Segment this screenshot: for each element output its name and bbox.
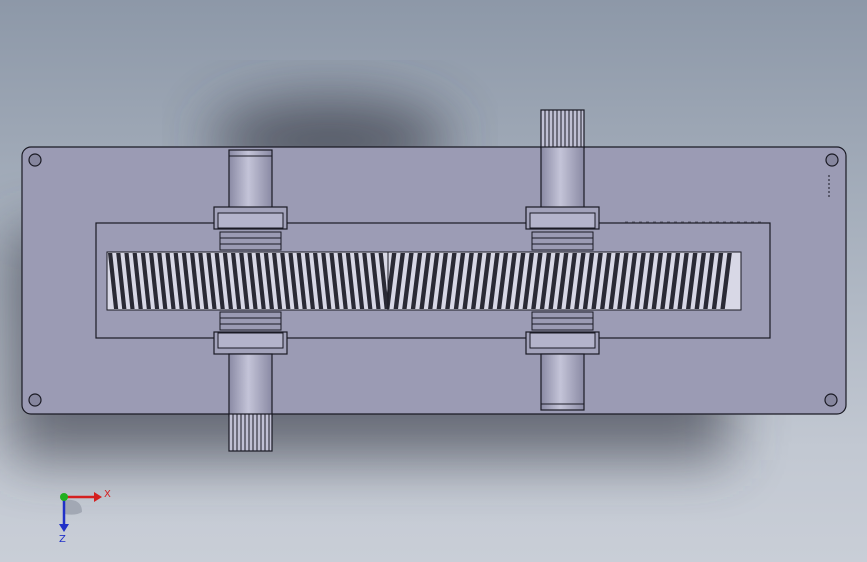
input-shaft-bottom[interactable] — [228, 353, 273, 417]
coordinate-triad[interactable]: X Z — [44, 480, 124, 550]
mounting-hole-icon[interactable] — [825, 153, 839, 167]
mounting-hole-icon[interactable] — [28, 393, 42, 407]
output-shaft-bottom[interactable] — [540, 353, 585, 411]
spline-shaft-icon[interactable] — [540, 109, 585, 149]
z-axis-label: Z — [59, 534, 66, 545]
mounting-hole-icon[interactable] — [28, 153, 42, 167]
x-axis-label: X — [104, 489, 111, 500]
helical-gear-icon[interactable] — [106, 251, 742, 311]
y-axis-icon — [60, 493, 68, 501]
input-bearing-bottom — [219, 311, 282, 331]
mounting-hole-icon[interactable] — [824, 393, 838, 407]
spline-shaft-icon[interactable] — [228, 413, 273, 452]
output-shaft-top[interactable] — [540, 146, 585, 209]
cad-viewport[interactable]: X Z — [0, 0, 867, 562]
gearbox-model[interactable] — [0, 0, 867, 562]
input-bearing-top — [219, 231, 282, 251]
output-bearing-top — [531, 231, 594, 251]
output-bearing-bottom — [531, 311, 594, 331]
input-shaft-top[interactable] — [228, 149, 273, 209]
